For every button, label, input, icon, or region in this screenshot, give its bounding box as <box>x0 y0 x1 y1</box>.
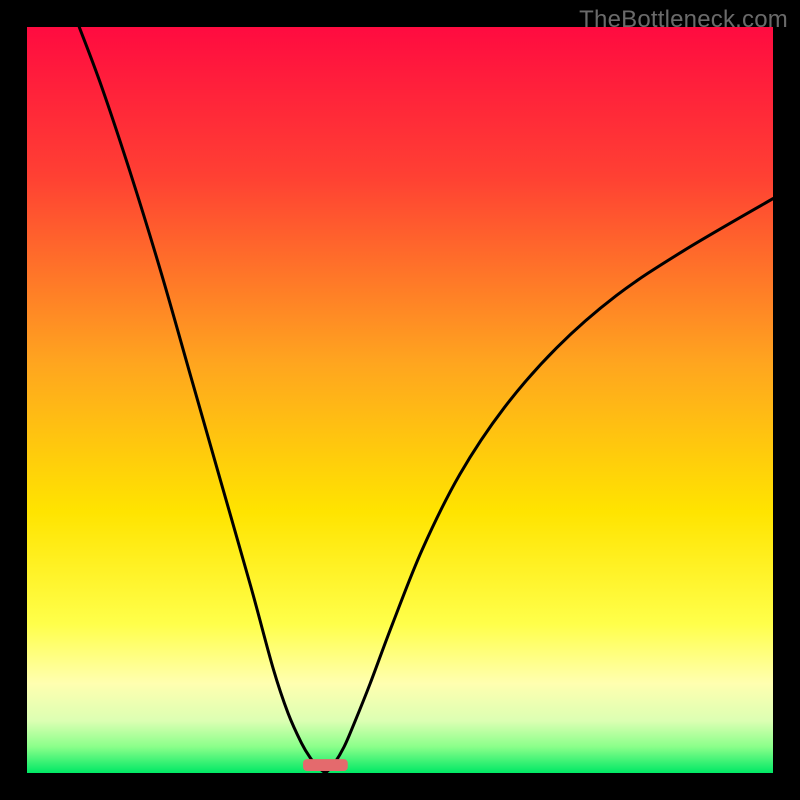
chart-plot-area <box>27 27 773 773</box>
minimum-marker <box>303 759 348 771</box>
watermark-text: TheBottleneck.com <box>579 6 788 34</box>
gradient-background <box>27 27 773 773</box>
chart-frame: TheBottleneck.com <box>0 0 800 800</box>
bottleneck-curve-chart <box>27 27 773 773</box>
